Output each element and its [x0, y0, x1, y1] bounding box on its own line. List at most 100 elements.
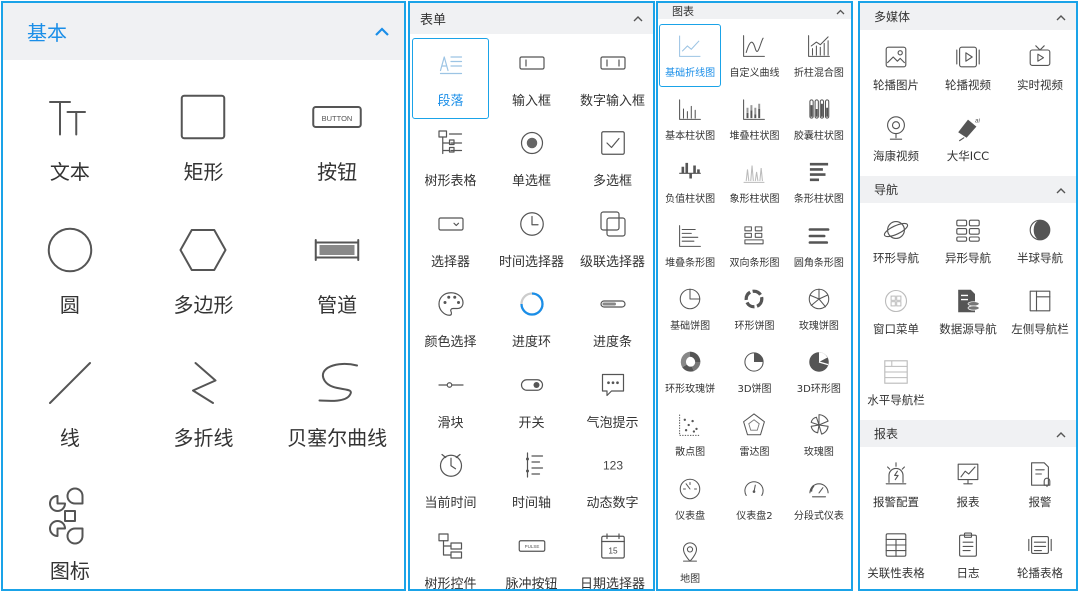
chevron-up-icon[interactable]	[1056, 183, 1066, 197]
report-item-carousel-table[interactable]: 轮播表格	[1004, 520, 1076, 589]
nav-item-shaped-nav[interactable]: 异形导航	[932, 205, 1004, 276]
nav-section-header[interactable]: 导航	[860, 176, 1076, 203]
report-item-log[interactable]: 日志	[932, 520, 1004, 589]
form-item-switch[interactable]: 开关	[493, 360, 570, 441]
chart-item-segment-gauge[interactable]: 分段式仪表	[788, 467, 850, 530]
report-item-label: 日志	[956, 565, 980, 580]
basic-item-text[interactable]: 文本	[3, 72, 137, 205]
chart-item-line-chart[interactable]: 基础折线图	[659, 24, 722, 88]
basic-item-pipe[interactable]: 管道	[270, 205, 404, 338]
form-item-palette[interactable]: 颜色选择	[412, 280, 489, 361]
form-item-tooltip[interactable]: 气泡提示	[574, 360, 651, 441]
chart-item-negative-bar[interactable]: 负值柱状图	[659, 151, 721, 214]
form-item-number-input[interactable]: 数字输入框	[574, 38, 651, 119]
form-item-label: 颜色选择	[424, 335, 477, 351]
pulse-button-icon-text: PULSE	[524, 544, 539, 549]
chart-item-label: 玫瑰图	[803, 447, 834, 459]
horizontal-bar-icon	[806, 159, 832, 185]
chart-item-bidirectional-bar[interactable]: 双向条形图	[723, 214, 785, 277]
button-icon: BUTTON	[312, 92, 362, 142]
form-item-cascader[interactable]: 级联选择器	[574, 199, 651, 280]
media-item-video-carousel[interactable]: 轮播视频	[932, 32, 1004, 103]
basic-item-rectangle[interactable]: 矩形	[137, 72, 271, 205]
chart-item-donut-3d[interactable]: 3D环形图	[788, 340, 850, 403]
media-item-dahua[interactable]: ai 大华ICC	[932, 103, 1004, 174]
form-item-radio[interactable]: 单选框	[493, 119, 570, 200]
basic-item-line[interactable]: 线	[3, 338, 137, 471]
chart-item-rose-pie[interactable]: 玫瑰饼图	[788, 277, 850, 340]
media-section-header[interactable]: 多媒体	[860, 3, 1076, 30]
chevron-up-icon[interactable]	[1056, 10, 1066, 24]
form-item-progress-ring[interactable]: 进度环	[493, 280, 570, 361]
chart-item-donut[interactable]: 环形饼图	[723, 277, 785, 340]
nav-item-hemisphere-nav[interactable]: 半球导航	[1004, 205, 1076, 276]
basic-item-polyline[interactable]: 多折线	[137, 338, 271, 471]
chart-item-radar[interactable]: 雷达图	[723, 404, 785, 467]
chart-item-gauge2[interactable]: 仪表盘2	[723, 467, 785, 530]
chevron-up-icon[interactable]	[1056, 427, 1066, 441]
report-icon	[954, 460, 982, 488]
basic-item-hexagon[interactable]: 多边形	[137, 205, 271, 338]
report-item-related-table[interactable]: 关联性表格	[860, 520, 932, 589]
window-menu-icon	[882, 287, 910, 315]
form-item-label: 级联选择器	[579, 254, 645, 270]
chart-item-rounded-bar[interactable]: 圆角条形图	[788, 214, 850, 277]
chart-item-stacked-bar[interactable]: 堆叠柱状图	[723, 87, 785, 150]
basic-item-button[interactable]: BUTTON 按钮	[270, 72, 404, 205]
form-item-paragraph[interactable]: 段落	[412, 38, 489, 119]
form-item-tree-table[interactable]: 树形表格	[412, 119, 489, 200]
nav-item-left-nav[interactable]: 左侧导航栏	[1004, 276, 1076, 347]
form-item-progress-bar[interactable]: 进度条	[574, 280, 651, 361]
chart-item-horizontal-bar[interactable]: 条形柱状图	[788, 151, 850, 214]
nav-item-horizontal-nav[interactable]: 水平导航栏	[860, 347, 932, 418]
chart-item-custom-curve[interactable]: 自定义曲线	[723, 24, 785, 87]
form-item-calendar[interactable]: 15 日期选择器	[574, 521, 651, 589]
report-item-alarm-config[interactable]: 报警配置	[860, 449, 932, 520]
chart-item-line-bar-mix[interactable]: 折柱混合图	[788, 24, 850, 87]
form-section-header[interactable]: 表单	[410, 3, 653, 34]
form-item-label: 数字输入框	[579, 93, 645, 109]
circle-icon	[45, 225, 95, 275]
chart-item-gauge[interactable]: 仪表盘	[659, 467, 721, 530]
chart-item-capsule-bar[interactable]: 胶囊柱状图	[788, 87, 850, 150]
chart-item-stacked-hbar[interactable]: 堆叠条形图	[659, 214, 721, 277]
basic-section-header[interactable]: 基本	[3, 3, 404, 60]
form-item-clock[interactable]: 时间选择器	[493, 199, 570, 280]
nav-item-ring-nav[interactable]: 环形导航	[860, 205, 932, 276]
chevron-up-icon[interactable]	[374, 21, 390, 42]
chevron-up-icon[interactable]	[836, 5, 845, 18]
basic-item-icon-grid[interactable]: 图标	[3, 471, 137, 589]
line-bar-mix-icon	[806, 33, 832, 59]
report-section-header[interactable]: 报表	[860, 420, 1076, 447]
form-item-timeline[interactable]: 时间轴	[493, 441, 570, 522]
media-item-image-carousel[interactable]: 轮播图片	[860, 32, 932, 103]
chart-item-map[interactable]: 地图	[659, 530, 721, 589]
chart-item-scatter[interactable]: 散点图	[659, 404, 721, 467]
chart-item-pie[interactable]: 基础饼图	[659, 277, 721, 340]
nav-item-window-menu[interactable]: 窗口菜单	[860, 276, 932, 347]
chart-item-rose-chart[interactable]: 玫瑰图	[788, 404, 850, 467]
media-item-live-video[interactable]: 实时视频	[1004, 32, 1076, 103]
chart-item-rose-donut[interactable]: 环形玫瑰饼	[659, 340, 721, 403]
report-item-alarm[interactable]: 报警	[1004, 449, 1076, 520]
rose-donut-icon	[677, 349, 703, 375]
form-item-checkbox[interactable]: 多选框	[574, 119, 651, 200]
report-item-report[interactable]: 报表	[932, 449, 1004, 520]
form-item-pulse-button[interactable]: PULSE 脉冲按钮	[493, 521, 570, 589]
form-item-current-time[interactable]: 当前时间	[412, 441, 489, 522]
basic-item-bezier[interactable]: 贝塞尔曲线	[270, 338, 404, 471]
form-item-input[interactable]: 输入框	[493, 38, 570, 119]
form-item-tree[interactable]: 树形控件	[412, 521, 489, 589]
chart-section-header[interactable]: 图表	[658, 3, 851, 19]
nav-item-datasource-nav[interactable]: 数据源导航	[932, 276, 1004, 347]
basic-item-circle[interactable]: 圆	[3, 205, 137, 338]
form-item-dynamic-number[interactable]: 123 动态数字	[574, 441, 651, 522]
alarm-config-icon	[882, 460, 910, 488]
chart-item-bar-chart[interactable]: 基本柱状图	[659, 87, 721, 150]
form-item-slider[interactable]: 滑块	[412, 360, 489, 441]
chart-item-pie-3d[interactable]: 3D饼图	[723, 340, 785, 403]
form-item-select[interactable]: 选择器	[412, 199, 489, 280]
media-item-hikvision[interactable]: 海康视频	[860, 103, 932, 174]
chevron-up-icon[interactable]	[633, 11, 643, 26]
chart-item-pictorial-bar[interactable]: 象形柱状图	[723, 151, 785, 214]
